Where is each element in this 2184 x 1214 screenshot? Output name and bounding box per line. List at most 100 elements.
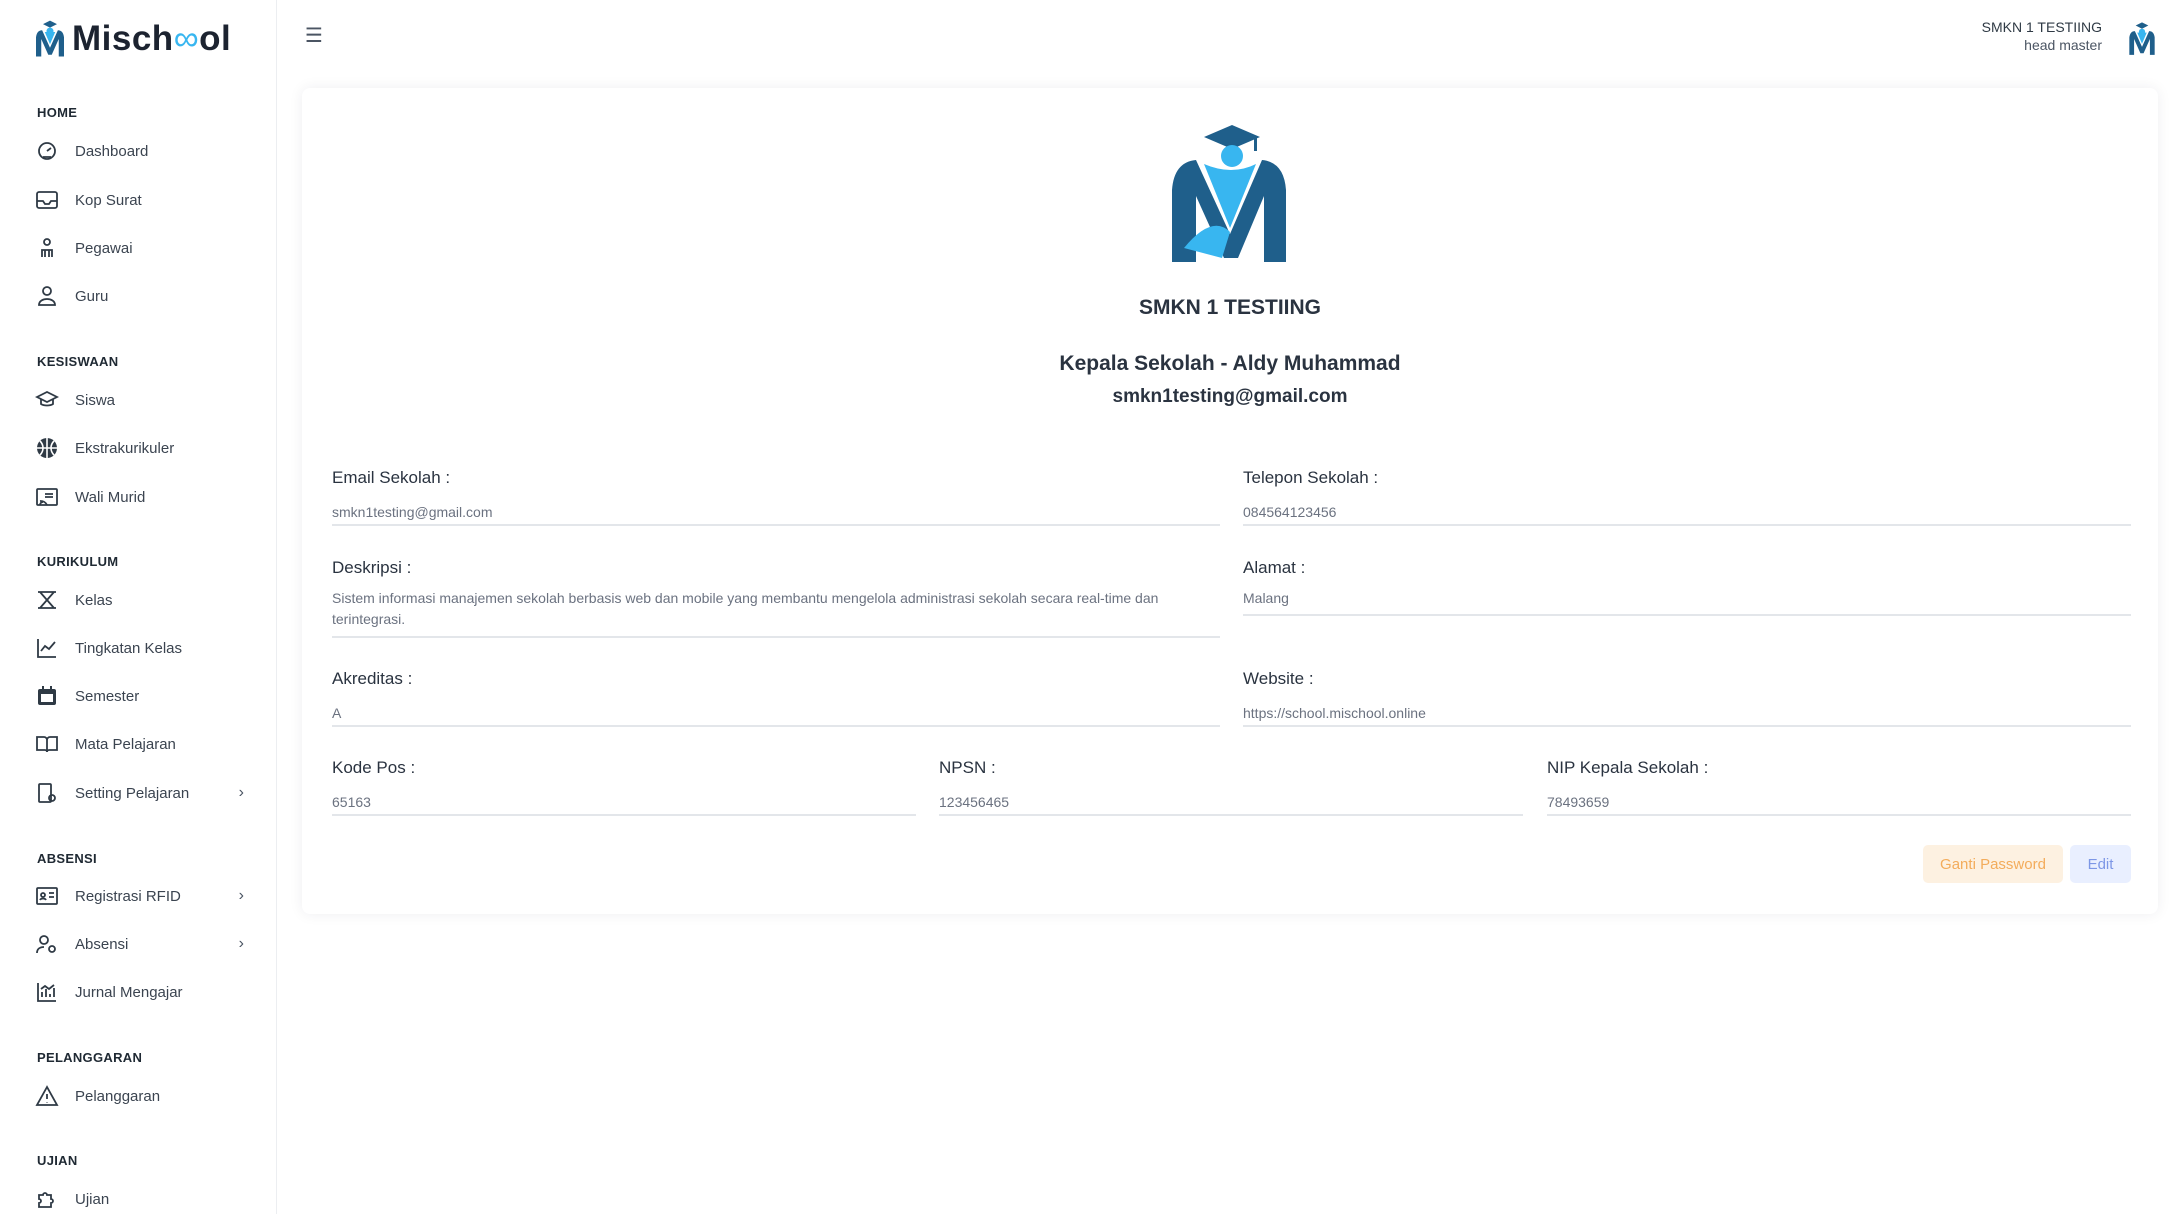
menu-toggle-icon[interactable]: ☰ <box>303 24 325 47</box>
school-profile-card: SMKN 1 TESTIING Kepala Sekolah - Aldy Mu… <box>302 88 2158 914</box>
sidebar-item-label: Mata Pelajaran <box>75 735 176 753</box>
sidebar-item-jurnal-mengajar[interactable]: Jurnal Mengajar <box>34 972 244 1012</box>
field-npsn: NPSN : 123456465 <box>939 758 1523 816</box>
chart-line-icon <box>34 635 60 661</box>
chevron-right-icon: › <box>238 887 244 904</box>
field-telepon-sekolah: Telepon Sekolah : 084564123456 <box>1243 468 2131 526</box>
change-password-button[interactable]: Ganti Password <box>1923 845 2063 883</box>
sidebar-item-mata-pelajaran[interactable]: Mata Pelajaran <box>34 724 244 764</box>
sidebar-item-tingkatan-kelas[interactable]: Tingkatan Kelas <box>34 628 244 668</box>
field-label: Telepon Sekolah : <box>1243 468 1379 487</box>
sidebar-item-semester[interactable]: Semester <box>34 676 244 716</box>
journal-chart-icon <box>34 979 60 1005</box>
school-logo-icon <box>1172 125 1286 262</box>
app-logo[interactable]: Misch∞ol <box>32 14 231 64</box>
sidebar-item-label: Dashboard <box>75 142 149 160</box>
field-website: Website : https://school.mischool.online <box>1243 669 2131 727</box>
sidebar-item-pelanggaran[interactable]: Pelanggaran <box>34 1076 244 1116</box>
book-icon <box>34 731 60 757</box>
field-label: Email Sekolah : <box>332 468 451 487</box>
nav-section-kurikulum: KURIKULUM <box>37 554 119 569</box>
sidebar-item-label: Jurnal Mengajar <box>75 983 183 1001</box>
field-divider <box>332 636 1220 638</box>
field-value: 084564123456 <box>1243 504 1337 520</box>
sidebar-item-kelas[interactable]: Kelas <box>34 580 244 620</box>
user-info[interactable]: SMKN 1 TESTIING head master <box>1982 18 2102 54</box>
id-card-icon <box>34 883 60 909</box>
nav-section-pelanggaran: PELANGGARAN <box>37 1050 143 1065</box>
sidebar-item-siswa[interactable]: Siswa <box>34 380 244 420</box>
field-label: Kode Pos : <box>332 758 416 777</box>
user-role: head master <box>2024 37 2102 53</box>
field-label: Deskripsi : <box>332 558 412 577</box>
puzzle-icon <box>34 1186 60 1212</box>
field-value: 78493659 <box>1547 794 1610 810</box>
field-divider <box>1243 614 2131 616</box>
sidebar-item-label: Kelas <box>75 591 113 609</box>
nav-section-kesiswaan: KESISWAAN <box>37 354 119 369</box>
basketball-icon <box>34 435 60 461</box>
field-value: 123456465 <box>939 794 1010 810</box>
field-value: smkn1testing@gmail.com <box>332 504 493 520</box>
head-master-title: Kepala Sekolah - Aldy Muhammad <box>1059 352 1401 375</box>
field-label: Akreditas : <box>332 669 413 688</box>
field-divider <box>332 814 916 816</box>
sidebar-item-label: Semester <box>75 687 140 705</box>
field-label: NPSN : <box>939 758 996 777</box>
sidebar-item-ekstrakurikuler[interactable]: Ekstrakurikuler <box>34 428 244 468</box>
sidebar-item-label: Guru <box>75 287 109 305</box>
sidebar-item-label: Siswa <box>75 391 116 409</box>
chevron-right-icon: › <box>238 784 244 801</box>
field-value: Malang <box>1243 590 1289 606</box>
field-label: NIP Kepala Sekolah : <box>1547 758 1709 777</box>
sidebar-item-label: Ujian <box>75 1190 110 1208</box>
sidebar-item-wali-murid[interactable]: Wali Murid <box>34 477 244 517</box>
field-akreditas: Akreditas : A <box>332 669 1220 727</box>
avatar[interactable] <box>2126 20 2158 58</box>
warning-icon <box>34 1083 60 1109</box>
school-email-heading: smkn1testing@gmail.com <box>1112 386 1348 407</box>
edit-button[interactable]: Edit <box>2070 845 2131 883</box>
class-icon <box>34 587 60 613</box>
sidebar-item-absensi[interactable]: Absensi › <box>34 924 244 964</box>
field-alamat: Alamat : Malang <box>1243 558 2131 616</box>
cast-icon <box>34 484 60 510</box>
field-email-sekolah: Email Sekolah : smkn1testing@gmail.com <box>332 468 1220 526</box>
inbox-icon <box>34 187 60 213</box>
sidebar-item-guru[interactable]: Guru <box>34 276 244 316</box>
user-gear-icon <box>34 931 60 957</box>
sidebar-item-label: Setting Pelajaran <box>75 784 190 802</box>
sidebar-item-label: Tingkatan Kelas <box>75 639 183 657</box>
sidebar-item-kop-surat[interactable]: Kop Surat <box>34 180 244 220</box>
field-divider <box>1243 524 2131 526</box>
sidebar-item-setting-pelajaran[interactable]: Setting Pelajaran › <box>34 773 244 813</box>
employee-icon <box>34 235 60 261</box>
field-value: Sistem informasi manajemen sekolah berba… <box>332 590 1159 627</box>
field-nip-kepala-sekolah: NIP Kepala Sekolah : 78493659 <box>1547 758 2131 816</box>
sidebar-item-registrasi-rfid[interactable]: Registrasi RFID › <box>34 876 244 916</box>
user-name: SMKN 1 TESTIING <box>1981 19 2102 35</box>
field-value[interactable]: https://school.mischool.online <box>1243 703 2131 724</box>
field-value: 65163 <box>332 794 371 810</box>
field-deskripsi: Deskripsi : Sistem informasi manajemen s… <box>332 558 1220 638</box>
settings-doc-icon <box>34 780 60 806</box>
nav-section-absensi: ABSENSI <box>37 851 97 866</box>
school-name: SMKN 1 TESTIING <box>1138 296 1322 319</box>
sidebar-item-dashboard[interactable]: Dashboard <box>34 131 244 171</box>
sidebar-item-label: Registrasi RFID <box>75 887 181 905</box>
field-divider <box>1243 725 2131 727</box>
field-label: Website : <box>1243 669 1314 688</box>
sidebar-item-pegawai[interactable]: Pegawai <box>34 228 244 268</box>
nav-section-home: HOME <box>37 105 78 120</box>
sidebar-item-label: Ekstrakurikuler <box>75 439 175 457</box>
dashboard-icon <box>34 138 60 164</box>
sidebar-item-label: Pelanggaran <box>75 1087 161 1105</box>
calendar-icon <box>34 683 60 709</box>
app-logo-text: Misch∞ol <box>72 19 232 58</box>
sidebar-item-ujian[interactable]: Ujian <box>34 1179 244 1214</box>
teacher-icon <box>34 283 60 309</box>
field-divider <box>1547 814 2131 816</box>
sidebar-item-label: Absensi <box>75 935 129 953</box>
field-value: A <box>332 705 342 721</box>
sidebar: Misch∞ol HOME Dashboard Kop Surat Pegawa… <box>0 0 277 1214</box>
